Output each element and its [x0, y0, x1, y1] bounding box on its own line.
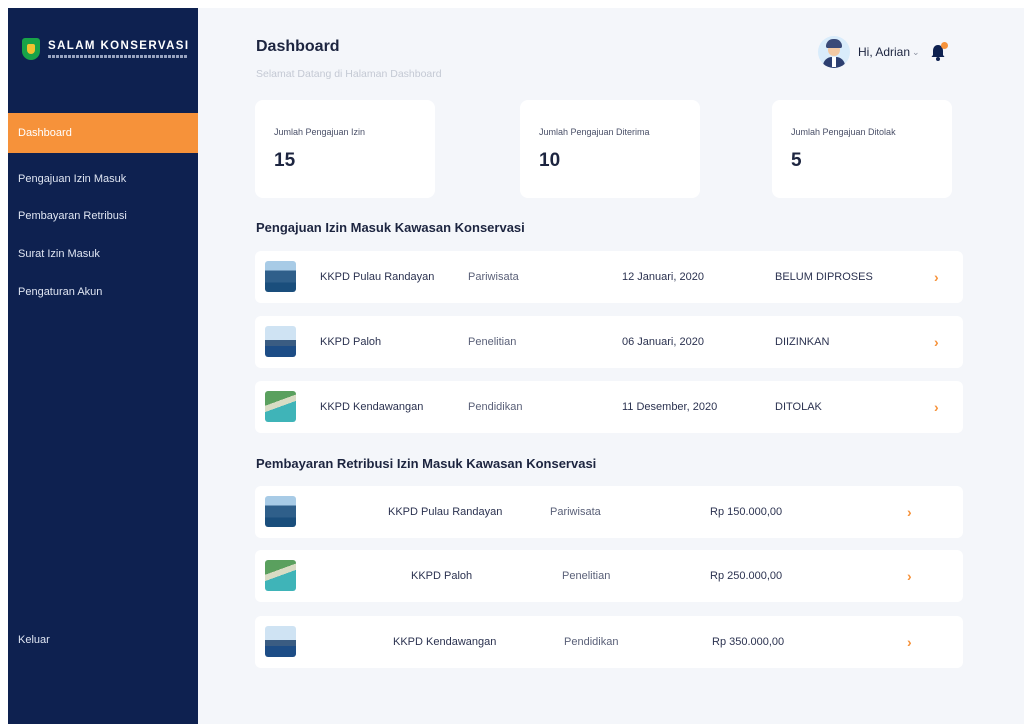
sidebar: SALAM KONSERVASI Dashboard Pengajuan Izi…	[8, 8, 198, 724]
location-thumbnail	[265, 391, 296, 422]
izin-row[interactable]: KKPD Pulau Randayan Pariwisata 12 Januar…	[255, 251, 963, 303]
shield-logo-icon	[22, 38, 40, 60]
chevron-right-icon[interactable]: ›	[934, 316, 939, 368]
avatar[interactable]	[818, 36, 850, 68]
retribusi-location: KKPD Pulau Randayan	[388, 506, 503, 518]
section-title-retribusi: Pembayaran Retribusi Izin Masuk Kawasan …	[256, 456, 597, 471]
notification-dot	[940, 42, 948, 49]
stat-card-rejected: Jumlah Pengajuan Ditolak 5	[772, 100, 952, 198]
izin-location: KKPD Kendawangan	[320, 401, 424, 413]
izin-status: DITOLAK	[775, 401, 822, 413]
retribusi-amount: Rp 150.000,00	[710, 506, 783, 518]
chevron-right-icon[interactable]: ›	[934, 381, 939, 433]
izin-status: BELUM DIPROSES	[775, 271, 873, 283]
stat-label: Jumlah Pengajuan Ditolak	[791, 127, 896, 137]
retribusi-purpose: Penelitian	[562, 570, 611, 582]
location-thumbnail	[265, 326, 296, 357]
page-subtitle: Selamat Datang di Halaman Dashboard	[256, 68, 442, 80]
stat-value: 5	[791, 150, 802, 171]
izin-status: DIIZINKAN	[775, 336, 830, 348]
section-title-izin: Pengajuan Izin Masuk Kawasan Konservasi	[256, 220, 525, 235]
izin-location: KKPD Pulau Randayan	[320, 271, 435, 283]
location-thumbnail	[265, 261, 296, 292]
logo-tagline	[48, 55, 188, 58]
logo[interactable]: SALAM KONSERVASI	[22, 38, 189, 60]
retribusi-row[interactable]: KKPD Paloh Penelitian Rp 250.000,00 ›	[255, 550, 963, 602]
chevron-down-icon[interactable]: ⌄	[912, 47, 920, 58]
stat-label: Jumlah Pengajuan Diterima	[539, 127, 650, 137]
logout-button[interactable]: Keluar	[8, 620, 198, 660]
sidebar-item-pengajuan-izin-masuk[interactable]: Pengajuan Izin Masuk	[8, 159, 198, 199]
stat-label: Jumlah Pengajuan Izin	[274, 127, 366, 137]
main-content: Dashboard Selamat Datang di Halaman Dash…	[198, 8, 1024, 724]
retribusi-location: KKPD Kendawangan	[393, 636, 497, 648]
retribusi-amount: Rp 350.000,00	[712, 636, 785, 648]
chevron-right-icon[interactable]: ›	[907, 616, 912, 668]
chevron-right-icon[interactable]: ›	[934, 251, 939, 303]
izin-purpose: Pendidikan	[468, 401, 523, 413]
izin-purpose: Penelitian	[468, 336, 517, 348]
izin-row[interactable]: KKPD Paloh Penelitian 06 Januari, 2020 D…	[255, 316, 963, 368]
bell-icon[interactable]	[930, 42, 948, 61]
izin-date: 12 Januari, 2020	[622, 271, 704, 283]
izin-row[interactable]: KKPD Kendawangan Pendidikan 11 Desember,…	[255, 381, 963, 433]
sidebar-item-pembayaran-retribusi[interactable]: Pembayaran Retribusi	[8, 196, 198, 236]
stat-card-total: Jumlah Pengajuan Izin 15	[255, 100, 435, 198]
izin-date: 11 Desember, 2020	[622, 401, 718, 413]
stat-value: 15	[274, 150, 296, 171]
stat-card-accepted: Jumlah Pengajuan Diterima 10	[520, 100, 700, 198]
app-frame: SALAM KONSERVASI Dashboard Pengajuan Izi…	[8, 8, 1024, 724]
user-greeting[interactable]: Hi, Adrian	[858, 45, 910, 59]
sidebar-item-pengaturan-akun[interactable]: Pengaturan Akun	[8, 272, 198, 312]
retribusi-location: KKPD Paloh	[411, 570, 473, 582]
retribusi-amount: Rp 250.000,00	[710, 570, 783, 582]
chevron-right-icon[interactable]: ›	[907, 486, 912, 538]
retribusi-row[interactable]: KKPD Kendawangan Pendidikan Rp 350.000,0…	[255, 616, 963, 668]
page-title: Dashboard	[256, 38, 340, 55]
sidebar-item-surat-izin-masuk[interactable]: Surat Izin Masuk	[8, 234, 198, 274]
stat-value: 10	[539, 150, 561, 171]
izin-location: KKPD Paloh	[320, 336, 382, 348]
retribusi-purpose: Pariwisata	[550, 506, 601, 518]
user-menu[interactable]: Hi, Adrian ⌄	[818, 36, 948, 68]
izin-purpose: Pariwisata	[468, 271, 519, 283]
logo-title: SALAM KONSERVASI	[48, 40, 190, 52]
retribusi-row[interactable]: KKPD Pulau Randayan Pariwisata Rp 150.00…	[255, 486, 963, 538]
location-thumbnail	[265, 560, 296, 591]
location-thumbnail	[265, 626, 296, 657]
izin-date: 06 Januari, 2020	[622, 336, 704, 348]
location-thumbnail	[265, 496, 296, 527]
sidebar-item-dashboard[interactable]: Dashboard	[8, 113, 198, 153]
retribusi-purpose: Pendidikan	[564, 636, 619, 648]
chevron-right-icon[interactable]: ›	[907, 550, 912, 602]
